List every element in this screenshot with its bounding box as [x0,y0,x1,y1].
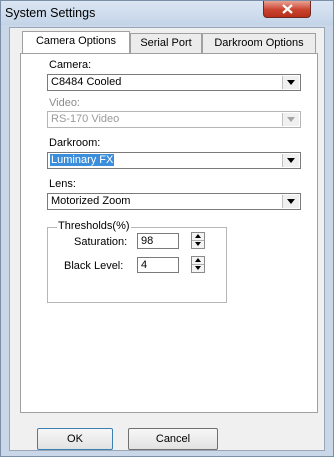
darkroom-select[interactable]: Luminary FX [47,152,301,169]
lens-value: Motorized Zoom [51,195,131,207]
saturation-label: Saturation: [74,236,128,248]
chevron-down-icon [287,199,295,204]
saturation-input[interactable]: 98 [137,233,179,249]
lens-label: Lens: [49,178,76,190]
camera-select[interactable]: C8484 Cooled [47,74,301,91]
arrow-down-icon [195,242,201,246]
black-level-input[interactable]: 4 [137,257,179,273]
black-level-label: Black Level: [64,260,124,272]
close-button[interactable] [263,1,311,18]
tab-darkroom-options[interactable]: Darkroom Options [202,33,316,54]
darkroom-dropdown-button[interactable] [282,154,299,167]
black-level-decrement[interactable] [192,265,204,272]
ok-button[interactable]: OK [37,428,113,450]
saturation-spinner[interactable] [191,232,205,249]
video-select: RS-170 Video [47,111,301,128]
black-level-spinner[interactable] [191,256,205,273]
cancel-button[interactable]: Cancel [128,428,218,450]
lens-dropdown-button[interactable] [282,195,299,208]
chevron-down-icon [287,80,295,85]
camera-value: C8484 Cooled [51,76,122,88]
tab-serial-port[interactable]: Serial Port [130,33,202,54]
camera-dropdown-button[interactable] [282,76,299,89]
camera-label: Camera: [49,59,92,71]
title-bar[interactable]: System Settings [1,1,333,25]
lens-select[interactable]: Motorized Zoom [47,193,301,210]
saturation-decrement[interactable] [192,241,204,248]
black-level-increment[interactable] [192,257,204,265]
tab-camera-options[interactable]: Camera Options [22,31,130,54]
saturation-increment[interactable] [192,233,204,241]
video-dropdown-button [282,113,299,126]
arrow-up-icon [195,258,201,262]
video-value: RS-170 Video [51,113,120,125]
chevron-down-icon [287,117,295,122]
close-icon [282,4,293,14]
thresholds-title: Thresholds(%) [57,220,131,232]
chevron-down-icon [287,158,295,163]
arrow-up-icon [195,234,201,238]
darkroom-label: Darkroom: [49,137,101,149]
arrow-down-icon [195,266,201,270]
video-label: Video: [49,97,80,109]
darkroom-value: Luminary FX [50,154,115,166]
window-title: System Settings [5,6,96,20]
